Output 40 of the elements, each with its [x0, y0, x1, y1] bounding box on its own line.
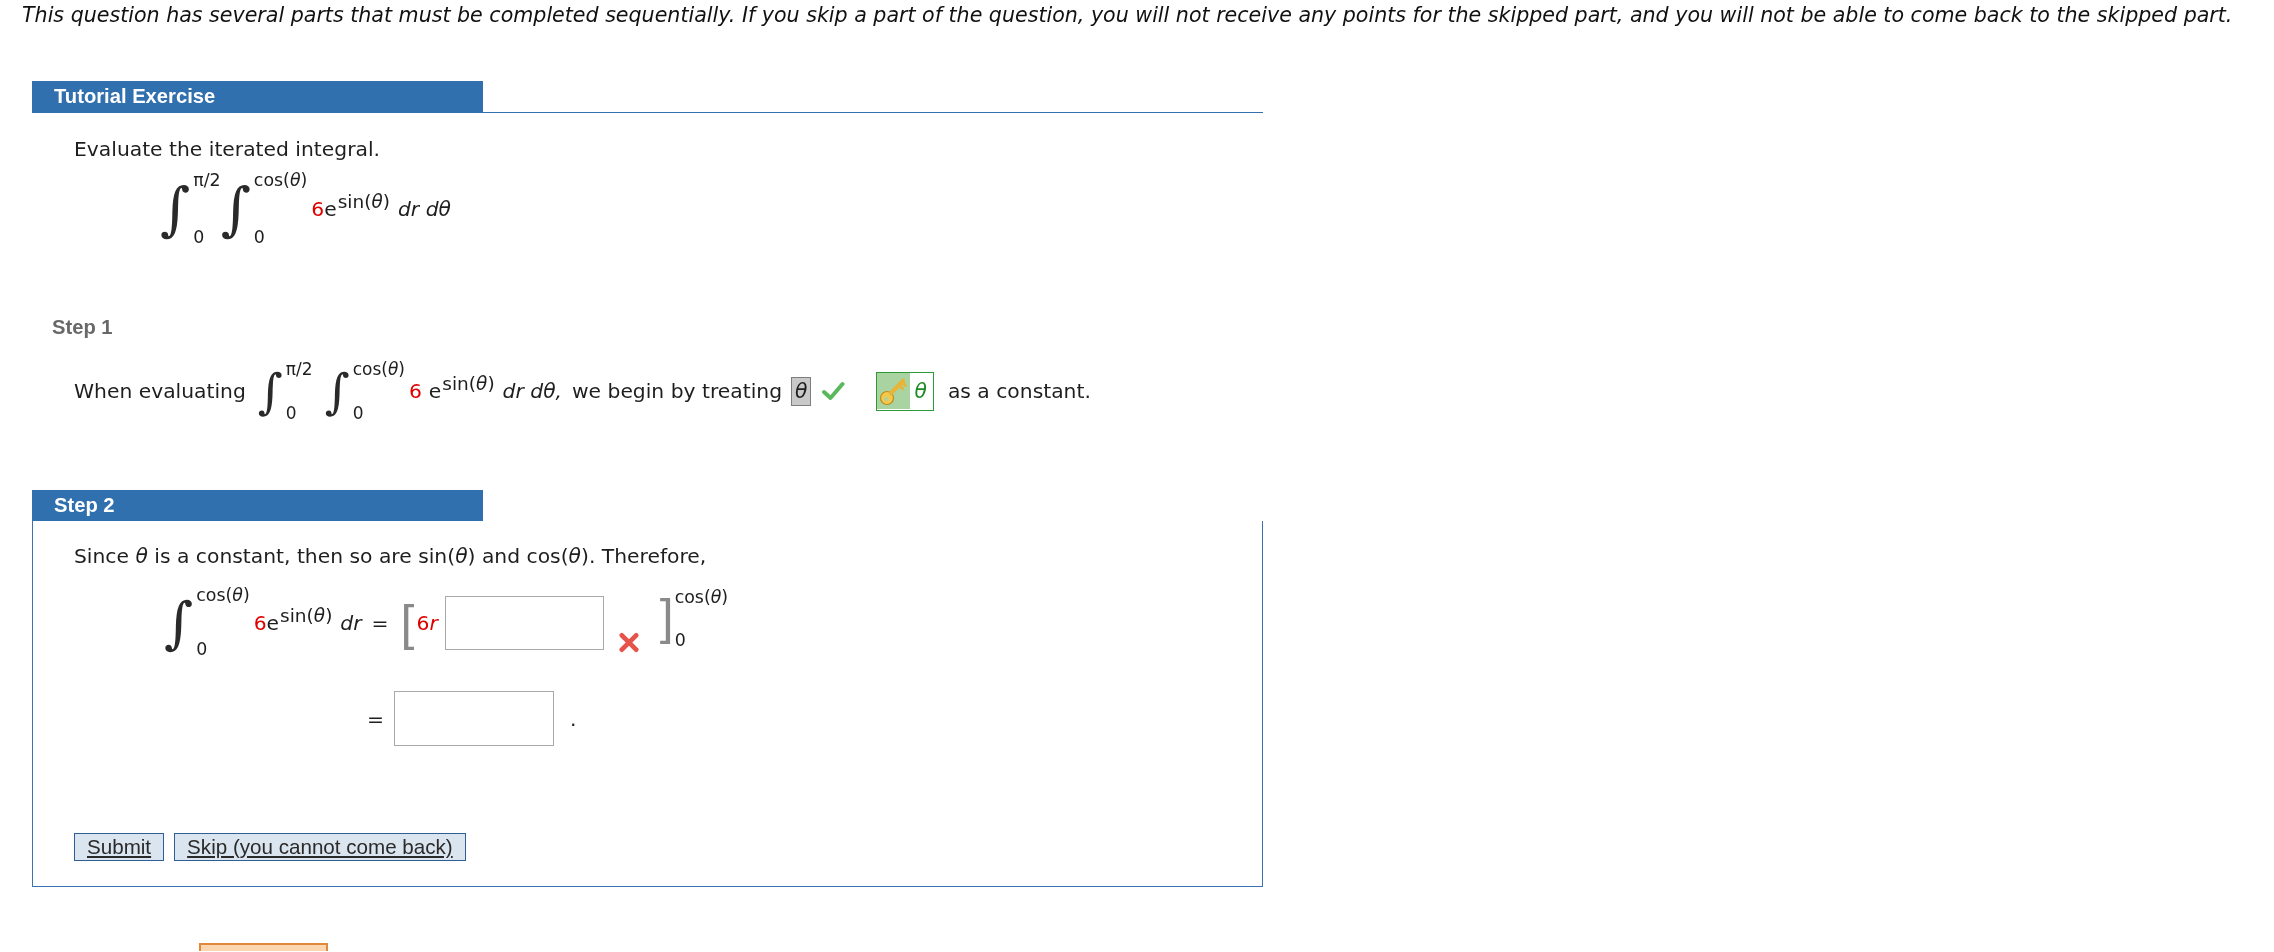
upper-limit: cos(θ) [196, 586, 250, 605]
lower-limit: 0 [193, 228, 205, 247]
close-bracket: ] [659, 588, 674, 647]
submit-button[interactable]: Submit [74, 833, 165, 861]
skip-button[interactable]: Skip (you cannot come back) [174, 833, 466, 861]
question-text: Since θ is a constant, then so are sin(θ) and cos(θ). Therefore, [74, 544, 707, 568]
question-text: as a constant. [947, 379, 1091, 403]
integral-sign: ∫ [160, 174, 191, 245]
lower-limit: 0 [196, 640, 208, 659]
key-icon [877, 372, 911, 409]
upper-limit: cos(θ) [674, 588, 729, 607]
cut-off-button[interactable] [199, 943, 328, 951]
question-text: we begin by treating [572, 379, 783, 403]
instructions-text: This question has several parts that must be completed sequentially. If you skip a part of the question, you will not receive any points for the skipped part, and you will not be able to come back to the skipped part. [21, 2, 2233, 27]
upper-limit: π/2 [285, 360, 313, 378]
open-bracket: [ [400, 595, 415, 650]
lower-limit: 0 [674, 631, 686, 650]
antiderivative-term: 6r [416, 610, 438, 635]
question-text: Evaluate the iterated integral. [74, 137, 380, 161]
lower-limit: 0 [285, 404, 297, 422]
lower-limit: 0 [253, 228, 265, 247]
lower-limit: 0 [352, 404, 364, 422]
upper-limit: π/2 [193, 171, 221, 190]
upper-limit: cos(θ) [253, 171, 308, 190]
upper-limit: cos(θ) [352, 360, 405, 378]
step-header: Step 2 [32, 490, 483, 521]
correct-answer-text: θ [913, 378, 928, 405]
equals-sign: = [367, 706, 384, 731]
integral-sign: ∫ [324, 362, 350, 421]
answer-field[interactable] [444, 595, 604, 650]
answer-field[interactable]: θ [791, 376, 812, 406]
step-label: Step 1 [52, 316, 113, 338]
section-header: Tutorial Exercise [32, 81, 483, 112]
integral-sign: ∫ [164, 589, 194, 657]
question-text: When evaluating [74, 379, 246, 403]
answer-field[interactable] [394, 691, 554, 746]
period-text: . [570, 706, 577, 731]
integral-sign: ∫ [257, 362, 283, 421]
equals-sign: = [371, 610, 389, 635]
integral-sign: ∫ [220, 174, 251, 245]
